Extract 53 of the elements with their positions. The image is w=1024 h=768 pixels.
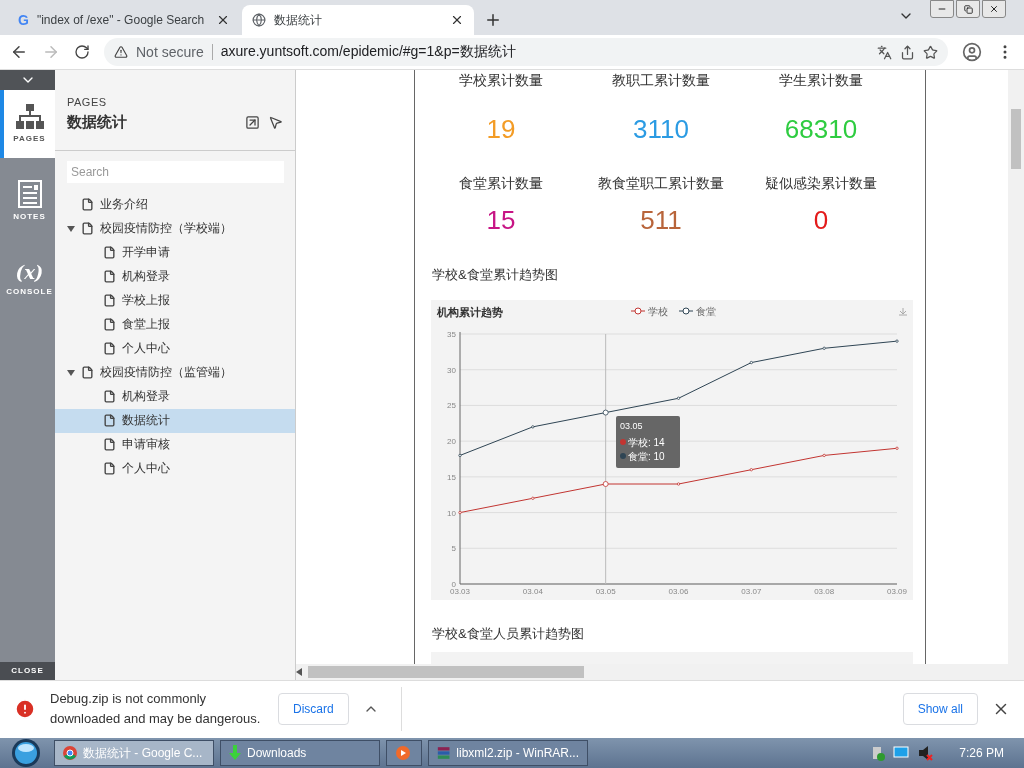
panel-heading: PAGES xyxy=(67,95,108,108)
stat-label: 学校累计数量 xyxy=(459,70,543,90)
section-title: 学校&食堂人员累计趋势图 xyxy=(431,624,585,643)
stat-value: 15 xyxy=(486,204,516,235)
axis-tick-label: 15 xyxy=(447,472,456,482)
stat-value: 19 xyxy=(486,113,516,144)
axis-tick-label: 0 xyxy=(451,579,456,589)
download-warning: Debug.zip is not commonly downloaded and may be dangerous. xyxy=(50,690,262,729)
axis-tick-label: 03.05 xyxy=(595,586,616,596)
stat-label: 疑似感染累计数量 xyxy=(765,173,877,193)
stat-label: 教食堂职工累计数量 xyxy=(598,173,724,193)
axis-tick-label: 03.04 xyxy=(522,586,543,596)
axis-tick-label: 10 xyxy=(447,508,456,518)
page-label: 开学申请 xyxy=(122,244,170,262)
stat-value: 511 xyxy=(640,204,682,235)
page-label: 个人中心 xyxy=(122,460,170,478)
url-text: axure.yuntsoft.com/epidemic/#g=1&p=数据统计 xyxy=(220,43,517,62)
axis-tick-label: 03.06 xyxy=(668,586,689,596)
axis-tick-label: 35 xyxy=(447,329,456,339)
stat-value: 3110 xyxy=(633,113,689,144)
page-label: 食堂上报 xyxy=(122,316,170,334)
axis-tick-label: 03.03 xyxy=(450,586,470,596)
page-label: 校园疫情防控（学校端） xyxy=(100,220,232,238)
legend-label: 食堂 xyxy=(696,305,716,317)
stat-label: 教职工累计数量 xyxy=(612,70,710,90)
stat-label: 食堂累计数量 xyxy=(459,173,543,193)
clock: 7:26 PM xyxy=(959,746,1004,760)
section-title: 学校&食堂累计趋势图 xyxy=(431,265,559,284)
axis-tick-label: 5 xyxy=(451,544,456,554)
tooltip: 03.05 学校: 14 食堂: 10 xyxy=(616,415,680,468)
axis-tick-label: 30 xyxy=(447,365,456,375)
axis-tick-label: 03.07 xyxy=(741,586,762,596)
page-label: 个人中心 xyxy=(122,340,170,358)
security-label: Not secure xyxy=(136,44,213,61)
page-label: 数据统计 xyxy=(122,412,170,430)
page-label: 申请审核 xyxy=(122,436,170,454)
page-title: 数据统计 xyxy=(67,112,128,132)
axis-tick-label: 20 xyxy=(447,437,456,447)
page-label: 校园疫情防控（监管端） xyxy=(100,364,232,382)
page-label: 学校上报 xyxy=(122,292,170,310)
chart-title: 机构累计趋势 xyxy=(437,305,503,318)
legend-label: 学校 xyxy=(648,305,668,317)
variable-icon: (x) xyxy=(15,261,44,283)
page-label: 业务介绍 xyxy=(100,196,148,214)
page-label: 机构登录 xyxy=(122,268,170,286)
stat-value: 68310 xyxy=(784,113,858,144)
stat-value: 0 xyxy=(813,204,829,235)
page-label: 机构登录 xyxy=(122,388,170,406)
axis-tick-label: 25 xyxy=(447,401,456,411)
stat-label: 学生累计数量 xyxy=(779,70,863,90)
google-icon: G xyxy=(18,12,29,29)
axis-tick-label: 03.08 xyxy=(814,586,835,596)
axis-tick-label: 03.09 xyxy=(887,586,907,596)
